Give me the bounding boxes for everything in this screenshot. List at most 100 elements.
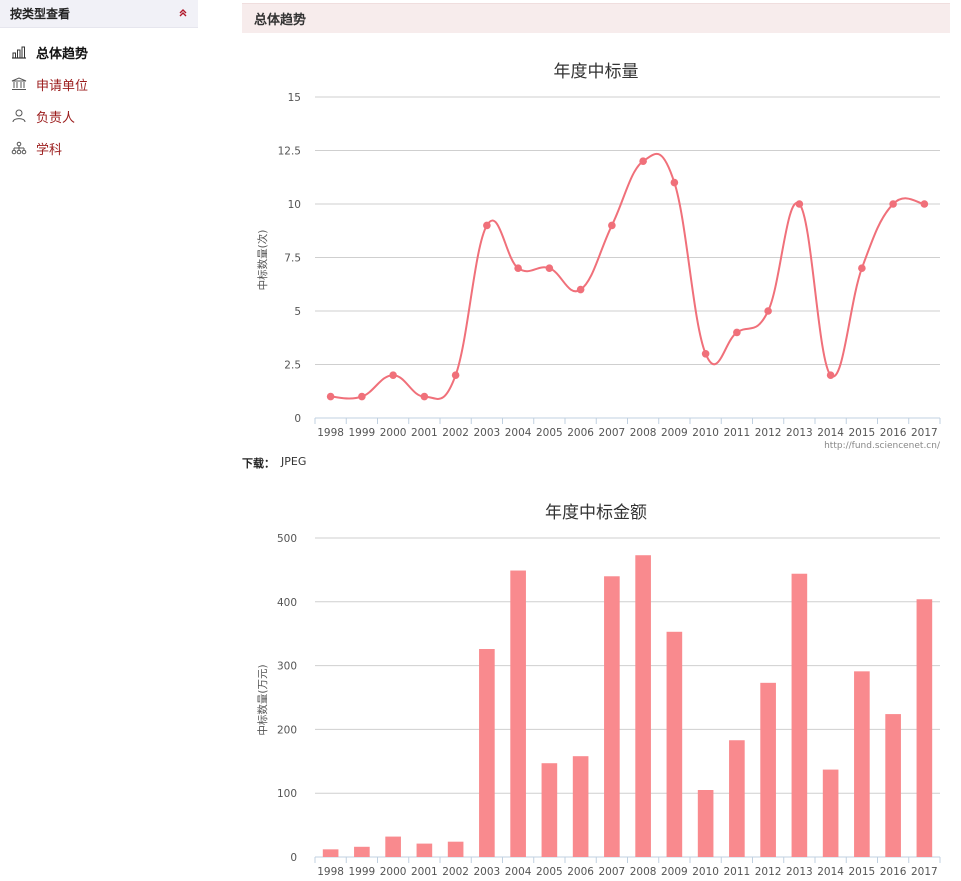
sidebar-item-label: 学科 — [36, 142, 63, 158]
x-tick-label: 2002 — [442, 427, 469, 439]
data-point[interactable] — [451, 371, 460, 380]
bar[interactable] — [354, 846, 370, 857]
sidebar-item-label: 总体趋势 — [36, 46, 89, 62]
hierarchy-icon — [10, 139, 28, 157]
download-label: 下载： — [242, 457, 275, 470]
data-point[interactable] — [920, 200, 929, 208]
x-tick-label: 2014 — [817, 866, 844, 878]
data-point[interactable] — [826, 371, 835, 380]
person-icon — [10, 107, 28, 125]
download-row: 下载： JPEG — [242, 455, 306, 471]
sidebar-item-applicant-org[interactable]: 申请单位 — [0, 68, 198, 100]
x-tick-label: 2006 — [567, 866, 594, 878]
x-tick-label: 2010 — [692, 427, 719, 439]
y-tick-label: 2.5 — [284, 360, 301, 372]
bar[interactable] — [854, 671, 870, 857]
x-tick-label: 2013 — [786, 427, 813, 439]
x-tick-label: 2004 — [505, 427, 532, 439]
data-point[interactable] — [889, 200, 897, 208]
data-point[interactable] — [733, 328, 741, 337]
institution-icon — [10, 75, 28, 93]
bar[interactable] — [666, 631, 683, 857]
y-tick-label: 300 — [277, 661, 297, 673]
sidebar-item-overall-trend[interactable]: 总体趋势 — [0, 36, 198, 68]
x-tick-label: 2015 — [849, 427, 876, 439]
data-point[interactable] — [389, 371, 397, 380]
x-tick-label: 2016 — [880, 866, 907, 878]
bar[interactable] — [885, 714, 901, 857]
data-point[interactable] — [858, 264, 866, 272]
y-tick-label: 5 — [294, 306, 301, 318]
bar[interactable] — [635, 555, 651, 857]
collapse-icon[interactable] — [178, 8, 188, 20]
data-point[interactable] — [545, 264, 554, 272]
bar[interactable] — [541, 763, 558, 857]
bar[interactable] — [697, 790, 714, 857]
x-tick-label: 2000 — [380, 866, 407, 878]
x-tick-label: 2006 — [567, 427, 594, 439]
data-point[interactable] — [670, 178, 679, 187]
series-line — [330, 152, 925, 400]
data-point[interactable] — [795, 200, 804, 208]
sidebar-header[interactable]: 按类型查看 — [0, 0, 198, 28]
chart-title: 年度中标金额 — [545, 503, 647, 523]
y-tick-label: 200 — [277, 724, 297, 736]
sidebar-nav: 总体趋势 申请单位 负责人 学科 — [0, 36, 198, 164]
bar[interactable] — [479, 649, 495, 857]
x-tick-label: 2003 — [474, 866, 501, 878]
bar[interactable] — [729, 740, 745, 857]
bar[interactable] — [916, 599, 933, 857]
download-jpeg-link[interactable]: JPEG — [281, 455, 306, 471]
data-point[interactable] — [639, 157, 647, 165]
section-title: 总体趋势 — [254, 13, 307, 28]
bar[interactable] — [447, 841, 464, 857]
x-tick-label: 1998 — [317, 866, 344, 878]
x-tick-label: 1999 — [349, 866, 376, 878]
sidebar-item-label: 申请单位 — [36, 78, 89, 94]
data-point[interactable] — [358, 392, 366, 401]
y-tick-label: 12.5 — [278, 146, 301, 158]
bar[interactable] — [791, 573, 808, 857]
bar[interactable] — [385, 836, 401, 857]
x-tick-label: 2017 — [911, 866, 938, 878]
x-tick-label: 2016 — [880, 427, 907, 439]
bar[interactable] — [416, 843, 433, 857]
sidebar-item-discipline[interactable]: 学科 — [0, 132, 198, 164]
sidebar-item-label: 负责人 — [36, 110, 76, 126]
x-tick-label: 2009 — [661, 866, 688, 878]
x-tick-label: 2005 — [536, 427, 563, 439]
sidebar: 按类型查看 总体趋势 申请单位 负责人 学科 — [0, 0, 198, 164]
bar[interactable] — [510, 570, 526, 857]
bar[interactable] — [322, 849, 339, 857]
y-tick-label: 15 — [288, 92, 301, 104]
bar[interactable] — [822, 769, 839, 857]
x-tick-label: 2004 — [505, 866, 532, 878]
bar[interactable] — [760, 682, 776, 857]
data-point[interactable] — [701, 350, 710, 358]
x-tick-label: 2001 — [411, 866, 438, 878]
x-tick-label: 2014 — [817, 427, 844, 439]
x-tick-label: 1998 — [317, 427, 344, 439]
line-chart: 年度中标量 0 2.5 5 7.5 10 12.5 15 1998 1999 2000 2001 2… — [256, 62, 941, 451]
section-header: 总体趋势 — [242, 3, 950, 33]
x-tick-label: 2011 — [724, 427, 751, 439]
data-point[interactable] — [608, 221, 616, 230]
data-point[interactable] — [514, 264, 522, 272]
data-point[interactable] — [483, 221, 491, 230]
x-tick-label: 2001 — [411, 427, 438, 439]
x-tick-label: 2002 — [442, 866, 469, 878]
bar[interactable] — [604, 576, 620, 857]
x-tick-label: 2007 — [599, 866, 626, 878]
x-tick-label: 2000 — [380, 427, 407, 439]
x-tick-label: 2005 — [536, 866, 563, 878]
data-point[interactable] — [420, 392, 429, 401]
x-tick-label: 2012 — [755, 427, 782, 439]
data-point[interactable] — [576, 285, 585, 294]
sidebar-item-principal[interactable]: 负责人 — [0, 100, 198, 132]
bar[interactable] — [572, 756, 589, 857]
y-tick-label: 0 — [290, 852, 297, 864]
data-point[interactable] — [764, 307, 772, 315]
x-tick-label: 2015 — [849, 866, 876, 878]
data-point[interactable] — [326, 392, 335, 401]
x-tick-label: 2008 — [630, 427, 657, 439]
